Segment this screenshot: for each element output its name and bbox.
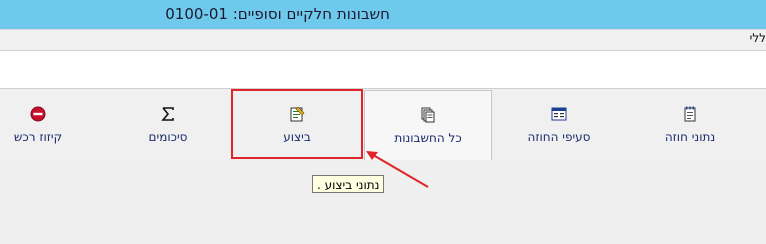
window-title: חשבונות חלקיים וסופיים: 0100-01: [165, 5, 390, 23]
tab-execution[interactable]: ביצוע: [233, 90, 361, 160]
tab-contract-sections-label: סעיפי החוזה: [527, 130, 591, 144]
tab-purchase-offset-label: קיזוז רכש: [13, 130, 63, 144]
window-list-icon: [551, 104, 567, 124]
tab-summaries-label: סיכומים: [148, 130, 188, 144]
tab-summaries[interactable]: סיכומים: [128, 90, 208, 160]
documents-icon: [420, 105, 436, 125]
tooltip: נתוני ביצוע .: [312, 175, 385, 193]
tab-contract-data-label: נתוני חוזה: [664, 130, 716, 144]
execution-icon: [289, 104, 305, 124]
sub-bar-label: ללי: [749, 31, 766, 45]
notepad-icon: [683, 104, 697, 124]
tab-contract-data[interactable]: נתוני חוזה: [626, 90, 754, 160]
sigma-icon: [161, 104, 175, 124]
sub-bar: ללי: [0, 29, 766, 50]
tab-purchase-offset[interactable]: קיזוז רכש: [0, 90, 76, 160]
filter-panel[interactable]: [0, 50, 766, 89]
no-entry-icon: [30, 104, 46, 124]
title-bar: חשבונות חלקיים וסופיים: 0100-01: [0, 0, 766, 29]
tab-contract-sections[interactable]: סעיפי החוזה: [495, 90, 623, 160]
tab-execution-label: ביצוע: [283, 130, 311, 144]
